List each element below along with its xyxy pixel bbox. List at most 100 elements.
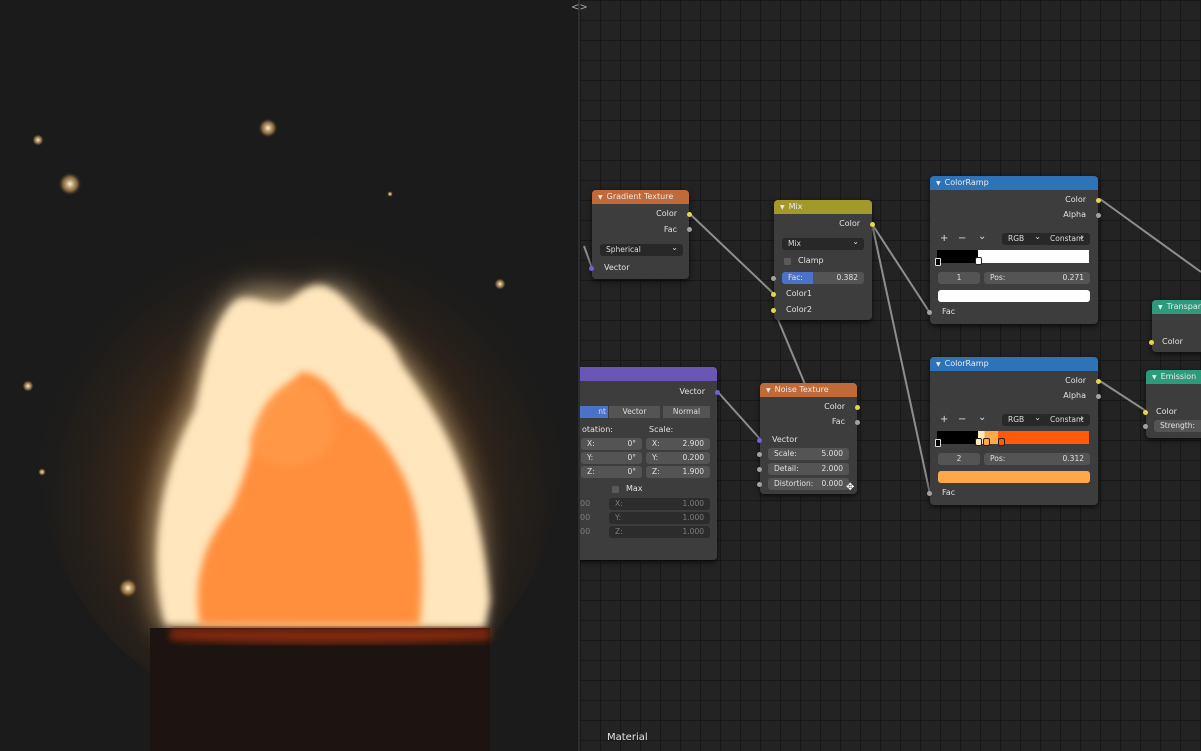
add-stop-button[interactable]: + [940, 233, 948, 245]
ramp-stop-handle-1[interactable] [975, 438, 982, 446]
max-checkbox[interactable] [612, 486, 619, 493]
collapse-triangle-icon[interactable]: ▼ [598, 194, 603, 201]
blend-type-dropdown[interactable]: Mix [782, 236, 864, 250]
3d-viewport[interactable] [0, 0, 578, 751]
output-color-socket[interactable] [687, 212, 692, 217]
output-fac-socket[interactable] [855, 420, 860, 425]
node-colorramp-top[interactable]: ▼ColorRamp Color Alpha + − ⌄ RGB Constan… [927, 176, 1101, 324]
collapse-triangle-icon[interactable]: ▼ [766, 387, 771, 394]
link-ramp-bottom-to-emission [1099, 380, 1147, 412]
node-header[interactable]: ▼ Mix [774, 200, 872, 214]
input-color2-socket[interactable] [771, 308, 776, 313]
input-color-label: Color [1156, 407, 1177, 416]
ramp-stop-handle-3[interactable] [998, 438, 1005, 446]
rotation-y-field[interactable]: Y: 0° [581, 452, 642, 464]
color-mode-dropdown[interactable]: RGB [1002, 231, 1046, 245]
clamp-checkbox[interactable] [784, 258, 791, 265]
output-vector-socket[interactable] [715, 390, 720, 395]
node-noise-texture[interactable]: ▼ Noise Texture Color Fac Vector Scale: 5.… [757, 383, 860, 494]
type-normal-button[interactable]: Normal [663, 406, 710, 418]
node-header[interactable]: ▼ Noise Texture [760, 383, 857, 397]
scale-y-field[interactable]: Y: 0.200 [646, 452, 710, 464]
stop-color-swatch[interactable] [938, 471, 1090, 483]
collapse-triangle-icon[interactable]: ▼ [780, 204, 785, 211]
add-stop-button[interactable]: + [940, 414, 948, 426]
gradient-type-dropdown[interactable]: Spherical [600, 242, 683, 256]
output-alpha-socket[interactable] [1096, 394, 1101, 399]
ramp-menu-button[interactable]: ⌄ [978, 231, 986, 243]
ramp-stop-handle-1[interactable] [975, 257, 982, 265]
type-point-button[interactable]: nt [580, 406, 608, 418]
node-editor[interactable]: ▼Gradient Texture Color Fac Spherical Ve… [580, 0, 1201, 751]
output-color-label: Color [824, 402, 845, 411]
stop-pos-field[interactable]: Pos: 0.271 [984, 272, 1090, 284]
output-fac-socket[interactable] [687, 227, 692, 232]
collapse-triangle-icon[interactable]: ▼ [1158, 304, 1163, 311]
node-header[interactable]: ▼ Emission [1146, 370, 1201, 384]
pos-label: Pos: [990, 454, 1006, 463]
ramp-menu-button[interactable]: ⌄ [978, 412, 986, 424]
node-gradient-texture[interactable]: ▼Gradient Texture Color Fac Spherical Ve… [589, 190, 692, 279]
collapse-triangle-icon[interactable]: ▼ [936, 180, 941, 187]
input-vector-socket[interactable] [589, 266, 594, 271]
node-header[interactable]: ▼ ColorRamp [930, 357, 1098, 371]
output-alpha-socket[interactable] [1096, 213, 1101, 218]
input-fac-socket[interactable] [927, 491, 932, 496]
stop-index-field[interactable]: 2 [938, 453, 980, 465]
node-header[interactable]: ▼ Gradient Texture [592, 190, 689, 204]
rotation-x-field[interactable]: X: 0° [581, 438, 642, 450]
ramp-stop-handle-0[interactable] [935, 439, 941, 447]
input-color1-socket[interactable] [771, 292, 776, 297]
strength-field[interactable]: Strength: [1154, 420, 1201, 432]
stop-pos-field[interactable]: Pos: 0.312 [984, 453, 1090, 465]
stop-index-field[interactable]: 1 [938, 272, 980, 284]
input-fac-socket[interactable] [771, 276, 776, 281]
node-header[interactable]: ▼Transpare [1152, 300, 1201, 314]
link-ramp-top-to-shader [1099, 198, 1201, 273]
output-color-socket[interactable] [870, 222, 875, 227]
input-vector-label: Vector [604, 263, 630, 272]
scale-z-field[interactable]: Z: 1.900 [646, 466, 710, 478]
color-mode-dropdown[interactable]: RGB [1002, 412, 1046, 426]
remove-stop-button[interactable]: − [958, 233, 966, 245]
node-header[interactable]: ▼ ColorRamp [930, 176, 1098, 190]
input-color-socket[interactable] [1143, 410, 1148, 415]
distortion-field[interactable]: Distortion: 0.000 [768, 478, 849, 490]
node-mapping[interactable]: Vector nt Vector Normal otation: Scale: … [580, 367, 720, 560]
stop-color-swatch[interactable] [938, 290, 1090, 302]
interpolation-dropdown[interactable]: Constant [1044, 412, 1090, 426]
type-vector-button[interactable]: Vector [609, 406, 660, 418]
remove-stop-button[interactable]: − [958, 414, 966, 426]
input-vector-label: Vector [772, 435, 798, 444]
pos-label: Pos: [990, 273, 1006, 282]
collapse-toggle-icon[interactable]: <> [571, 2, 588, 13]
node-colorramp-bottom[interactable]: ▼ColorRamp Color Alpha + − ⌄ RGB Constan… [927, 357, 1101, 505]
input-detail-socket[interactable] [757, 467, 762, 472]
interpolation-dropdown[interactable]: Constant [1044, 231, 1090, 245]
collapse-triangle-icon[interactable]: ▼ [936, 361, 941, 368]
output-color-socket[interactable] [1096, 198, 1101, 203]
node-mix[interactable]: ▼Mix Color Mix Clamp Fac: 0.382 Color1 C… [771, 200, 875, 320]
input-color-socket[interactable] [1149, 340, 1154, 345]
output-color-socket[interactable] [855, 405, 860, 410]
rotation-z-field[interactable]: Z: 0° [581, 466, 642, 478]
node-transparent-bsdf[interactable]: ▼Transpare Color [1149, 300, 1201, 352]
output-color-socket[interactable] [1096, 379, 1101, 384]
input-scale-socket[interactable] [757, 452, 762, 457]
scale-x-field[interactable]: X: 2.900 [646, 438, 710, 450]
input-fac-socket[interactable] [927, 310, 932, 315]
color-ramp-bar[interactable] [937, 431, 1089, 444]
ramp-stop-handle-2[interactable] [983, 438, 990, 446]
fac-slider[interactable]: Fac: 0.382 [782, 272, 864, 284]
ramp-stop-handle-0[interactable] [935, 258, 941, 266]
scale-field[interactable]: Scale: 5.000 [768, 448, 849, 460]
input-color-label: Color [1162, 337, 1183, 346]
input-strength-socket[interactable] [1143, 424, 1148, 429]
node-header[interactable] [580, 367, 717, 381]
input-distortion-socket[interactable] [757, 482, 762, 487]
collapse-triangle-icon[interactable]: ▼ [1152, 374, 1157, 381]
detail-field[interactable]: Detail: 2.000 [768, 463, 849, 475]
input-vector-socket[interactable] [757, 438, 762, 443]
node-emission[interactable]: ▼ Emission Color Strength: [1143, 370, 1201, 438]
color-ramp-bar[interactable] [937, 250, 1089, 263]
